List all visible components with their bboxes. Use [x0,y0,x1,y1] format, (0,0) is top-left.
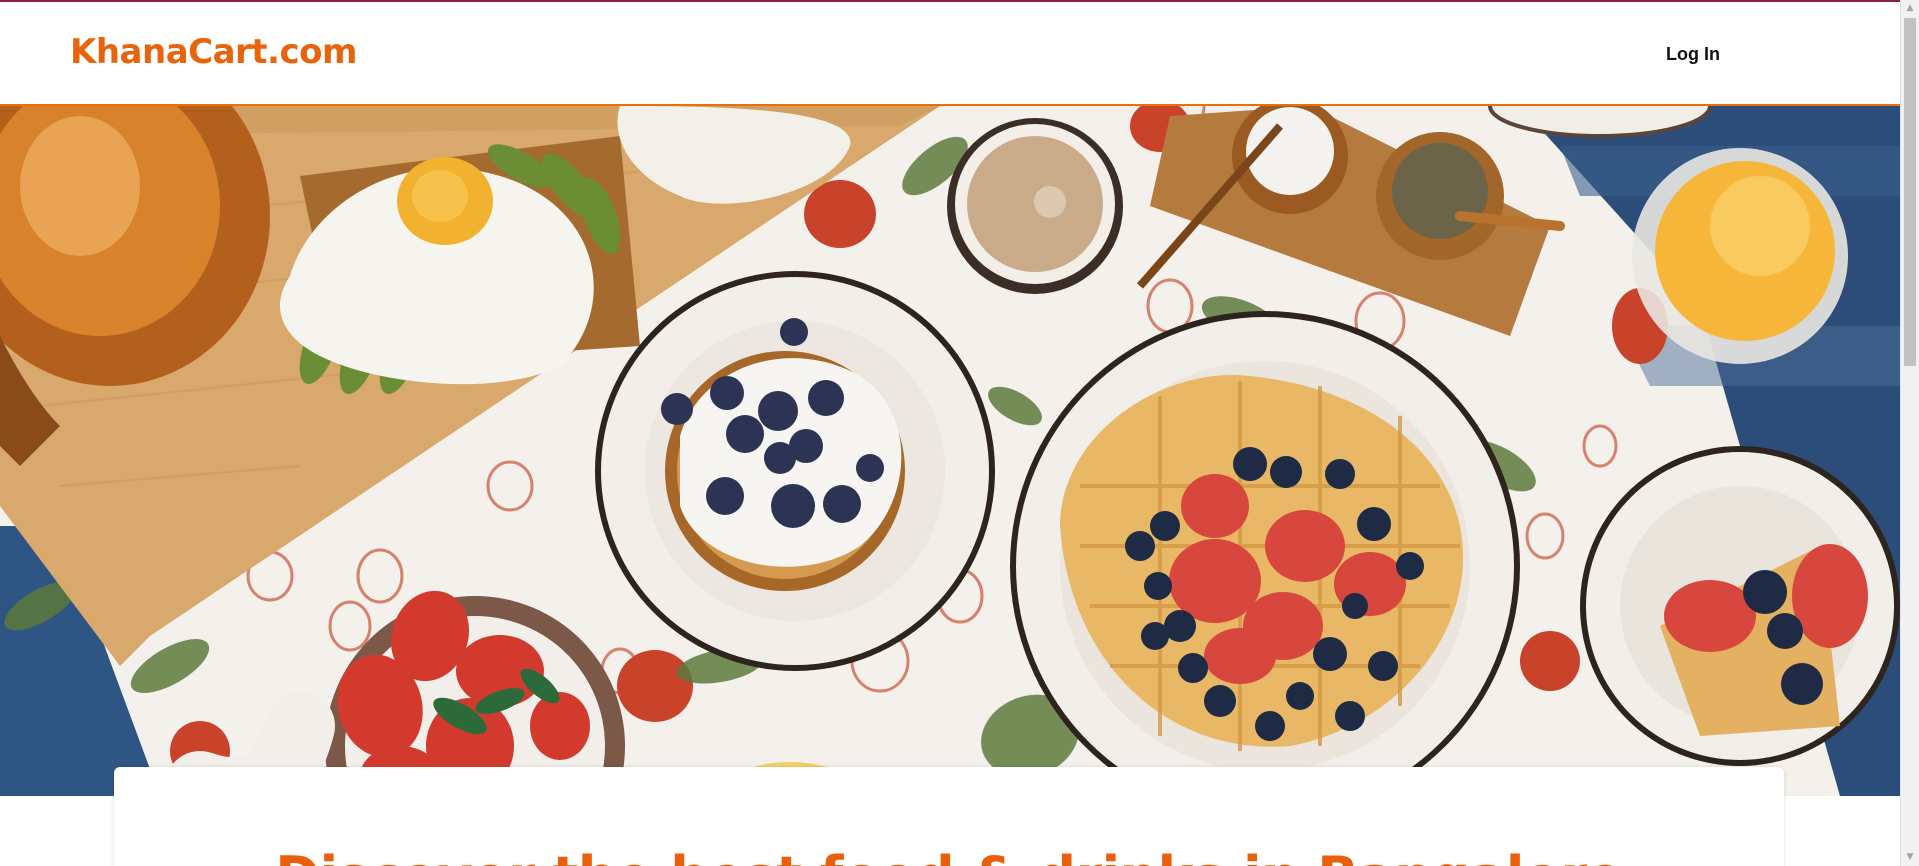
hero-banner [0,106,1900,796]
hero-headline: Discover the best food & drinks in Banga… [114,845,1784,866]
scroll-thumb[interactable] [1904,18,1916,366]
page-viewport: KhanaCart.com Log In ▲ ▼ [0,0,1919,866]
scroll-down-arrow-icon[interactable]: ▼ [1901,849,1919,866]
navbar: KhanaCart.com Log In [0,2,1900,106]
headline-card: Discover the best food & drinks in Banga… [114,767,1784,866]
breakfast-table-photo [0,106,1900,796]
vertical-scrollbar[interactable]: ▲ ▼ [1900,0,1919,866]
login-link[interactable]: Log In [1666,44,1720,65]
scroll-up-arrow-icon[interactable]: ▲ [1901,0,1919,17]
site-logo[interactable]: KhanaCart.com [70,32,357,72]
